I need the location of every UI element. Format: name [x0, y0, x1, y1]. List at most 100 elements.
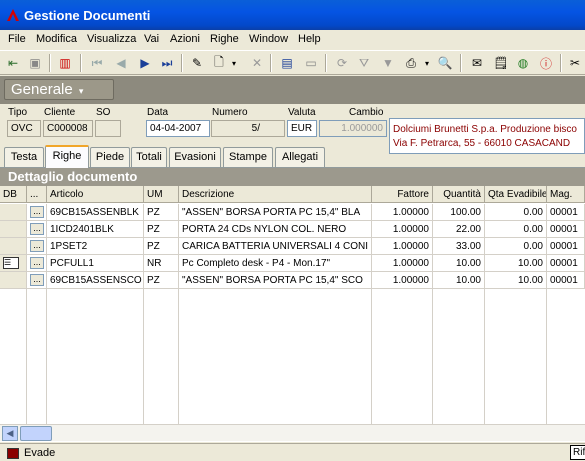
cell-qta-evadibile[interactable]: 10.00: [485, 272, 547, 289]
cell-qta-evadibile[interactable]: 0.00: [485, 221, 547, 238]
cliente-field[interactable]: C000008: [43, 120, 93, 137]
cell-fattore[interactable]: 1.00000: [372, 238, 433, 255]
cambio-field[interactable]: 1.000000: [319, 120, 387, 137]
cell-quantita[interactable]: 22.00: [433, 221, 485, 238]
cell-descrizione[interactable]: CARICA BATTERIA UNIVERSALI 4 CONI: [179, 238, 372, 255]
menu-help[interactable]: Help: [298, 33, 321, 45]
tab-piede[interactable]: Piede: [90, 147, 130, 167]
menu-file[interactable]: File: [8, 33, 26, 45]
cell-quantita[interactable]: 33.00: [433, 238, 485, 255]
cell-articolo[interactable]: PCFULL1: [47, 255, 144, 272]
horizontal-scrollbar[interactable]: ◀: [0, 424, 585, 441]
cell-um[interactable]: PZ: [144, 204, 179, 221]
attach-icon[interactable]: ✉: [468, 54, 486, 72]
row-lookup-button[interactable]: ...: [30, 240, 44, 252]
row-lookup-button[interactable]: ...: [30, 223, 44, 235]
cell-qta-evadibile[interactable]: 0.00: [485, 238, 547, 255]
table-row[interactable]: ... 1ICD2401BLK PZ PORTA 24 CDs NYLON CO…: [0, 221, 585, 238]
cell-articolo[interactable]: 69CB15ASSENSCO: [47, 272, 144, 289]
cell-descrizione[interactable]: "ASSEN" BORSA PORTA PC 15,4" BLA: [179, 204, 372, 221]
save-icon[interactable]: ▣: [26, 54, 44, 72]
bill-of-materials-icon[interactable]: ☰: [3, 257, 19, 269]
col-um[interactable]: UM: [144, 186, 179, 203]
cell-articolo[interactable]: 1ICD2401BLK: [47, 221, 144, 238]
next-record-icon[interactable]: ▶: [136, 54, 154, 72]
cell-mag[interactable]: 00001: [547, 255, 585, 272]
table-row[interactable]: ☰ ... PCFULL1 NR Pc Completo desk - P4 -…: [0, 255, 585, 272]
cell-quantita[interactable]: 10.00: [433, 272, 485, 289]
last-record-icon[interactable]: ⏭: [158, 54, 176, 72]
notes-icon[interactable]: 🗒: [492, 54, 510, 72]
valuta-field[interactable]: EUR: [287, 120, 317, 137]
cell-descrizione[interactable]: Pc Completo desk - P4 - Mon.17": [179, 255, 372, 272]
web-globe-icon[interactable]: ◍: [514, 54, 532, 72]
menu-window[interactable]: Window: [249, 33, 288, 45]
cell-mag[interactable]: 00001: [547, 238, 585, 255]
table-row[interactable]: ... 69CB15ASSENSCO PZ "ASSEN" BORSA PORT…: [0, 272, 585, 289]
table-row[interactable]: ... 1PSET2 PZ CARICA BATTERIA UNIVERSALI…: [0, 238, 585, 255]
cell-mag[interactable]: 00001: [547, 272, 585, 289]
cell-um[interactable]: PZ: [144, 272, 179, 289]
info-icon[interactable]: ⓘ: [537, 54, 555, 72]
cell-qta-evadibile[interactable]: 0.00: [485, 204, 547, 221]
exit-icon[interactable]: ⇤: [4, 54, 22, 72]
cell-um[interactable]: PZ: [144, 238, 179, 255]
delete-icon[interactable]: ✕: [248, 54, 266, 72]
cell-fattore[interactable]: 1.00000: [372, 272, 433, 289]
tab-totali[interactable]: Totali: [131, 147, 167, 167]
new-dropdown-icon[interactable]: ▾: [225, 54, 243, 72]
col-mag[interactable]: Mag.: [547, 186, 585, 203]
tab-righe[interactable]: Righe: [45, 145, 89, 168]
prev-record-icon[interactable]: ◀: [112, 54, 130, 72]
cell-qta-evadibile[interactable]: 10.00: [485, 255, 547, 272]
cell-um[interactable]: PZ: [144, 221, 179, 238]
report-icon[interactable]: ▥: [56, 54, 74, 72]
row-lookup-button[interactable]: ...: [30, 257, 44, 269]
cell-quantita[interactable]: 100.00: [433, 204, 485, 221]
cell-fattore[interactable]: 1.00000: [372, 204, 433, 221]
menu-azioni[interactable]: Azioni: [170, 33, 200, 45]
menu-visualizza[interactable]: Visualizza: [87, 33, 136, 45]
cell-fattore[interactable]: 1.00000: [372, 221, 433, 238]
filter-clear-icon[interactable]: ⛛: [355, 54, 373, 72]
col-quantita[interactable]: Quantità: [433, 186, 485, 203]
cell-articolo[interactable]: 69CB15ASSENBLK: [47, 204, 144, 221]
edit-pencil-icon[interactable]: ✎: [188, 54, 206, 72]
numero-field[interactable]: 5/: [211, 120, 285, 137]
rif-button[interactable]: Rif: [570, 445, 585, 460]
table-row[interactable]: ... 69CB15ASSENBLK PZ "ASSEN" BORSA PORT…: [0, 204, 585, 221]
col-articolo[interactable]: Articolo: [47, 186, 144, 203]
tab-testa[interactable]: Testa: [4, 147, 44, 167]
form-view-icon[interactable]: ▭: [302, 54, 320, 72]
menu-vai[interactable]: Vai: [144, 33, 159, 45]
print-dropdown-icon[interactable]: ▾: [418, 54, 436, 72]
menu-righe[interactable]: Righe: [210, 33, 239, 45]
scroll-left-icon[interactable]: ◀: [2, 426, 18, 441]
first-record-icon[interactable]: ⏮: [88, 54, 106, 72]
tab-allegati[interactable]: Allegati: [275, 147, 325, 167]
tipo-field[interactable]: OVC: [7, 120, 41, 137]
cell-um[interactable]: NR: [144, 255, 179, 272]
scroll-thumb[interactable]: [20, 426, 52, 441]
cell-mag[interactable]: 00001: [547, 221, 585, 238]
col-fattore[interactable]: Fattore: [372, 186, 433, 203]
cell-descrizione[interactable]: "ASSEN" BORSA PORTA PC 15,4" SCO: [179, 272, 372, 289]
row-lookup-button[interactable]: ...: [30, 206, 44, 218]
cell-fattore[interactable]: 1.00000: [372, 255, 433, 272]
data-field[interactable]: 04-04-2007: [146, 120, 210, 137]
col-btn[interactable]: ...: [27, 186, 47, 203]
refresh-icon[interactable]: ⟳: [333, 54, 351, 72]
col-qta-evadibile[interactable]: Qta Evadibile: [485, 186, 547, 203]
filter-icon[interactable]: ▼: [379, 54, 397, 72]
col-db[interactable]: DB: [0, 186, 27, 203]
so-field[interactable]: [95, 120, 121, 137]
scissors-icon[interactable]: ✂: [566, 54, 584, 72]
row-lookup-button[interactable]: ...: [30, 274, 44, 286]
print-preview-icon[interactable]: 🔍: [436, 54, 454, 72]
grid-view-icon[interactable]: ▤: [278, 54, 296, 72]
section-dropdown[interactable]: Generale ▾: [4, 79, 114, 100]
cell-descrizione[interactable]: PORTA 24 CDs NYLON COL. NERO: [179, 221, 372, 238]
cell-mag[interactable]: 00001: [547, 204, 585, 221]
cell-quantita[interactable]: 10.00: [433, 255, 485, 272]
menu-modifica[interactable]: Modifica: [36, 33, 77, 45]
